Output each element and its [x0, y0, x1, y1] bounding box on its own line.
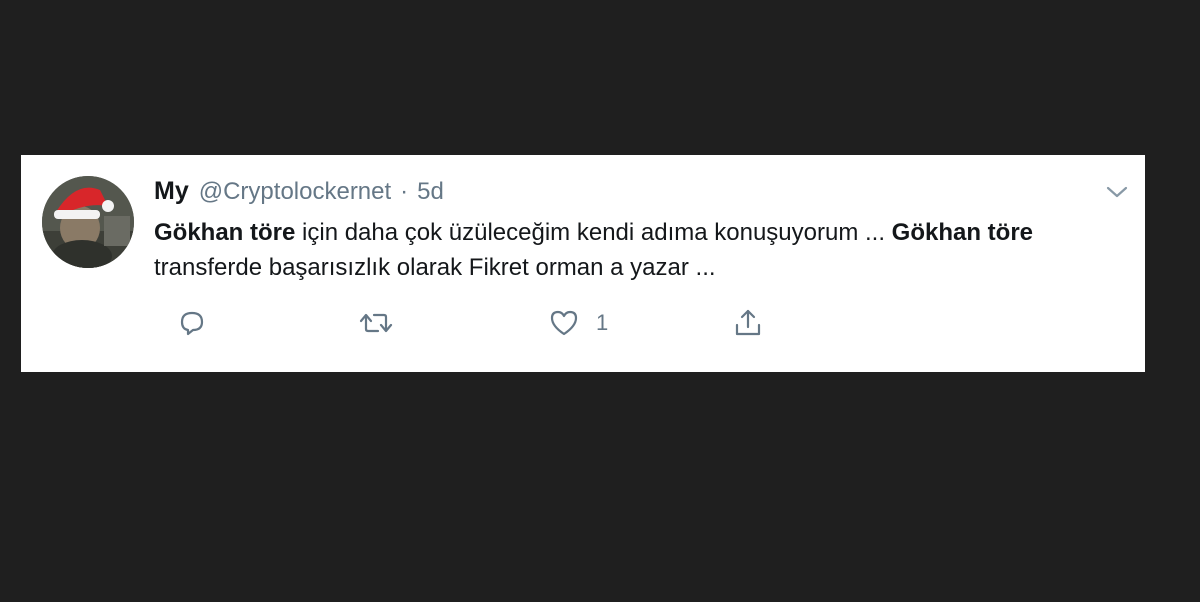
- reply-icon: [180, 311, 204, 336]
- like-button[interactable]: 1: [548, 305, 608, 341]
- user-handle[interactable]: @Cryptolockernet: [199, 178, 391, 206]
- chevron-down-icon[interactable]: [1105, 183, 1129, 201]
- tweet-text: Gökhan töre için daha çok üzüleceğim ken…: [154, 215, 1129, 285]
- avatar[interactable]: [42, 176, 134, 268]
- reply-button[interactable]: [176, 305, 208, 341]
- timestamp[interactable]: 5d: [417, 178, 444, 206]
- tweet-header: My @Cryptolockernet · 5d: [154, 177, 444, 209]
- display-name[interactable]: My: [154, 177, 189, 206]
- retweet-icon: [359, 313, 393, 333]
- text-segment-bold[interactable]: Gökhan töre: [154, 219, 295, 246]
- retweet-button[interactable]: [358, 305, 394, 341]
- heart-icon: [550, 310, 578, 336]
- share-button[interactable]: [732, 305, 764, 341]
- text-segment: transferde başarısızlık olarak Fikret or…: [154, 254, 716, 281]
- text-segment: için daha çok üzüleceğim kendi adıma kon…: [295, 219, 892, 246]
- like-count: 1: [596, 310, 609, 335]
- separator-dot: ·: [400, 178, 409, 205]
- share-icon: [735, 309, 761, 336]
- text-segment-bold[interactable]: Gökhan töre: [892, 219, 1033, 246]
- avatar-image: [42, 176, 134, 268]
- tweet-actions: 1: [154, 305, 854, 341]
- tweet-card[interactable]: My @Cryptolockernet · 5d Gökhan töre içi…: [21, 155, 1145, 372]
